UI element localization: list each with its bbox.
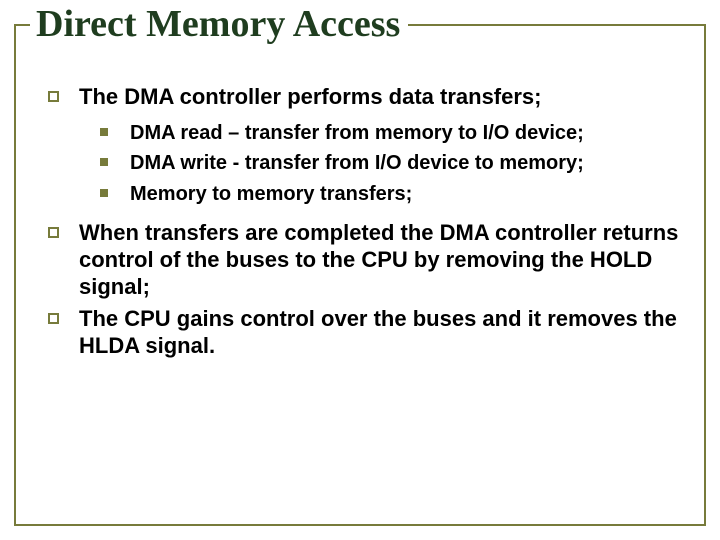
list-item: DMA read – transfer from memory to I/O d… [100, 121, 690, 145]
bullet-hollow-square-icon [48, 313, 59, 324]
bullet-hollow-square-icon [48, 227, 59, 238]
bullet-solid-square-icon [100, 158, 108, 166]
sublist: DMA read – transfer from memory to I/O d… [34, 121, 690, 206]
slide-title: Direct Memory Access [30, 2, 408, 46]
list-item: The DMA controller performs data transfe… [48, 84, 690, 111]
list-item: The CPU gains control over the buses and… [48, 306, 690, 360]
bullet-hollow-square-icon [48, 91, 59, 102]
list-item: When transfers are completed the DMA con… [48, 220, 690, 300]
list-item: Memory to memory transfers; [100, 182, 690, 206]
list-item: DMA write - transfer from I/O device to … [100, 151, 690, 175]
bullet-text: The DMA controller performs data transfe… [79, 84, 690, 111]
bullet-solid-square-icon [100, 189, 108, 197]
bullet-text: When transfers are completed the DMA con… [79, 220, 690, 300]
bullet-text: DMA read – transfer from memory to I/O d… [130, 121, 690, 145]
slide: Direct Memory Access The DMA controller … [0, 0, 720, 540]
bullet-text: DMA write - transfer from I/O device to … [130, 151, 690, 175]
bullet-text: Memory to memory transfers; [130, 182, 690, 206]
slide-body: The DMA controller performs data transfe… [34, 84, 690, 366]
bullet-text: The CPU gains control over the buses and… [79, 306, 690, 360]
bullet-solid-square-icon [100, 128, 108, 136]
